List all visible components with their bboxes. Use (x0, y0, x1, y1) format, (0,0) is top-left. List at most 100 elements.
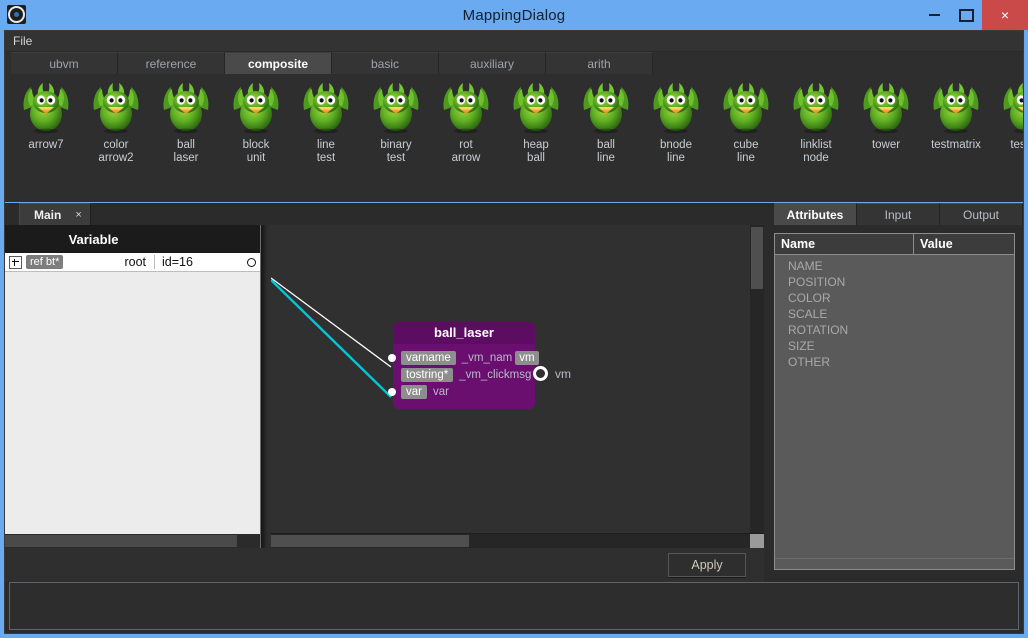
attribute-row[interactable]: SCALE (775, 306, 1014, 322)
variable-panel: Variable ref bt* root id=16 (5, 225, 260, 548)
bird-icon (368, 80, 424, 136)
category-tab-basic[interactable]: basic (332, 52, 439, 74)
left-pane: Main × Variable ref bt* root id=16 ball_… (5, 203, 764, 582)
bird-icon (438, 80, 494, 136)
attribute-row[interactable]: POSITION (775, 274, 1014, 290)
right-pane: Attributes Input Output Name Value NAME POS… (764, 203, 1023, 582)
palette-item-testbb[interactable]: testbb (991, 80, 1023, 152)
palette-item-line-test[interactable]: line test (291, 80, 361, 165)
attribute-row[interactable]: COLOR (775, 290, 1014, 306)
close-icon[interactable]: × (75, 209, 81, 221)
client-area: File ubvm reference composite basic auxiliar… (4, 30, 1024, 634)
palette-item-testmatrix[interactable]: testmatrix (921, 80, 991, 152)
window-controls: × (918, 0, 1028, 30)
palette-item-arrow7[interactable]: arrow7 (11, 80, 81, 152)
main-split: Main × Variable ref bt* root id=16 ball_… (5, 203, 1023, 582)
palette-item-tower[interactable]: tower (851, 80, 921, 152)
node-ball-laser[interactable]: ball_laser varname _vm_nam vm tostring* … (388, 322, 571, 409)
variable-tree[interactable]: ref bt* root id=16 (5, 253, 260, 534)
bird-icon (858, 80, 914, 136)
attribute-tab-attributes[interactable]: Attributes (774, 203, 857, 225)
node-canvas[interactable]: ball_laser varname _vm_nam vm tostring* … (271, 225, 750, 533)
variable-output-port[interactable] (242, 257, 260, 267)
input-port-dot[interactable] (388, 353, 396, 362)
output-port-icon[interactable] (533, 366, 548, 381)
variable-row[interactable]: ref bt* root id=16 (5, 253, 260, 272)
node-output-port[interactable]: vm (533, 366, 571, 381)
maximize-button[interactable] (950, 0, 982, 30)
attribute-tab-input[interactable]: Input (857, 203, 940, 225)
palette-item-rot-arrow[interactable]: rot arrow (431, 80, 501, 165)
document-tab-main[interactable]: Main × (19, 203, 91, 225)
bird-icon (928, 80, 984, 136)
apply-button[interactable]: Apply (668, 553, 746, 577)
category-tab-composite[interactable]: composite (225, 52, 332, 74)
component-palette: arrow7 color arrow2 ball laser block unit li… (5, 74, 1023, 203)
palette-item-label: binary test (380, 139, 412, 164)
port-key: varname (401, 350, 456, 365)
attributes-table-rows: NAME POSITION COLOR SCALE ROTATION SIZE OTHER (775, 255, 1014, 558)
scrollbar-thumb[interactable] (271, 535, 469, 547)
canvas-vscrollbar[interactable] (750, 225, 764, 533)
palette-item-label: block unit (242, 139, 270, 164)
category-tab-ubvm[interactable]: ubvm (11, 52, 118, 74)
category-tab-reference[interactable]: reference (118, 52, 225, 74)
port-key: var (401, 384, 427, 399)
attribute-row[interactable]: OTHER (775, 354, 1014, 370)
palette-item-label: testmatrix (931, 139, 981, 151)
attribute-row[interactable]: SIZE (775, 338, 1014, 354)
palette-item-block-unit[interactable]: block unit (221, 80, 291, 165)
attributes-table-header: Name Value (775, 234, 1014, 255)
close-button[interactable]: × (982, 0, 1028, 30)
attributes-table: Name Value NAME POSITION COLOR SCALE ROTATIO… (774, 233, 1015, 570)
palette-item-binary-test[interactable]: binary test (361, 80, 431, 165)
column-header-value: Value (920, 237, 953, 251)
port-value: _vm_nam (461, 351, 513, 364)
minimize-button[interactable] (918, 0, 950, 30)
variable-hscrollbar[interactable] (5, 534, 260, 548)
input-port-dot[interactable] (388, 387, 396, 396)
pane-splitter[interactable] (260, 225, 271, 548)
output-console[interactable] (9, 582, 1019, 630)
palette-item-label: linklist node (800, 139, 832, 164)
attributes-table-footer (775, 558, 1014, 569)
category-tab-auxiliary[interactable]: auxiliary (439, 52, 546, 74)
palette-item-label: line test (316, 139, 336, 164)
port-tag: vm (515, 350, 539, 365)
palette-item-bnode-line[interactable]: bnode line (641, 80, 711, 165)
palette-item-linklist-node[interactable]: linklist node (781, 80, 851, 165)
palette-item-label: arrow7 (28, 139, 64, 151)
target-icon (7, 5, 26, 24)
palette-item-cube-line[interactable]: cube line (711, 80, 781, 165)
port-row-varname[interactable]: varname _vm_nam vm (388, 350, 539, 365)
menu-item-file[interactable]: File (5, 31, 40, 51)
attribute-row[interactable]: NAME (775, 258, 1014, 274)
bird-icon (578, 80, 634, 136)
palette-item-color-arrow2[interactable]: color arrow2 (81, 80, 151, 165)
variable-name: root (124, 255, 146, 269)
palette-item-label: rot arrow (451, 139, 481, 164)
attribute-row[interactable]: ROTATION (775, 322, 1014, 338)
palette-item-ball-line[interactable]: ball line (571, 80, 641, 165)
port-row-tostring[interactable]: tostring* _vm_clickmsg (401, 367, 531, 382)
canvas-hscrollbar[interactable] (271, 533, 764, 548)
port-value: var (432, 385, 449, 398)
scrollbar-thumb[interactable] (5, 535, 237, 547)
attribute-tab-output[interactable]: Output (940, 203, 1023, 225)
palette-item-ball-laser[interactable]: ball laser (151, 80, 221, 165)
scrollbar-thumb[interactable] (751, 227, 763, 289)
category-tab-bar: ubvm reference composite basic auxiliary arit… (5, 52, 1023, 74)
wire-varname (271, 277, 392, 368)
variable-tree-empty (5, 272, 260, 534)
port-row-var[interactable]: var var (388, 384, 527, 399)
palette-item-label: color arrow2 (98, 139, 134, 164)
expand-icon[interactable] (9, 255, 22, 269)
port-key: tostring* (401, 367, 454, 382)
palette-item-label: heap ball (523, 139, 549, 164)
bird-icon (788, 80, 844, 136)
node-title: ball_laser (393, 322, 535, 344)
palette-item-heap-ball[interactable]: heap ball (501, 80, 571, 165)
category-tab-arith[interactable]: arith (546, 52, 653, 74)
palette-item-label: cube line (733, 139, 759, 164)
wire-var (271, 279, 392, 398)
